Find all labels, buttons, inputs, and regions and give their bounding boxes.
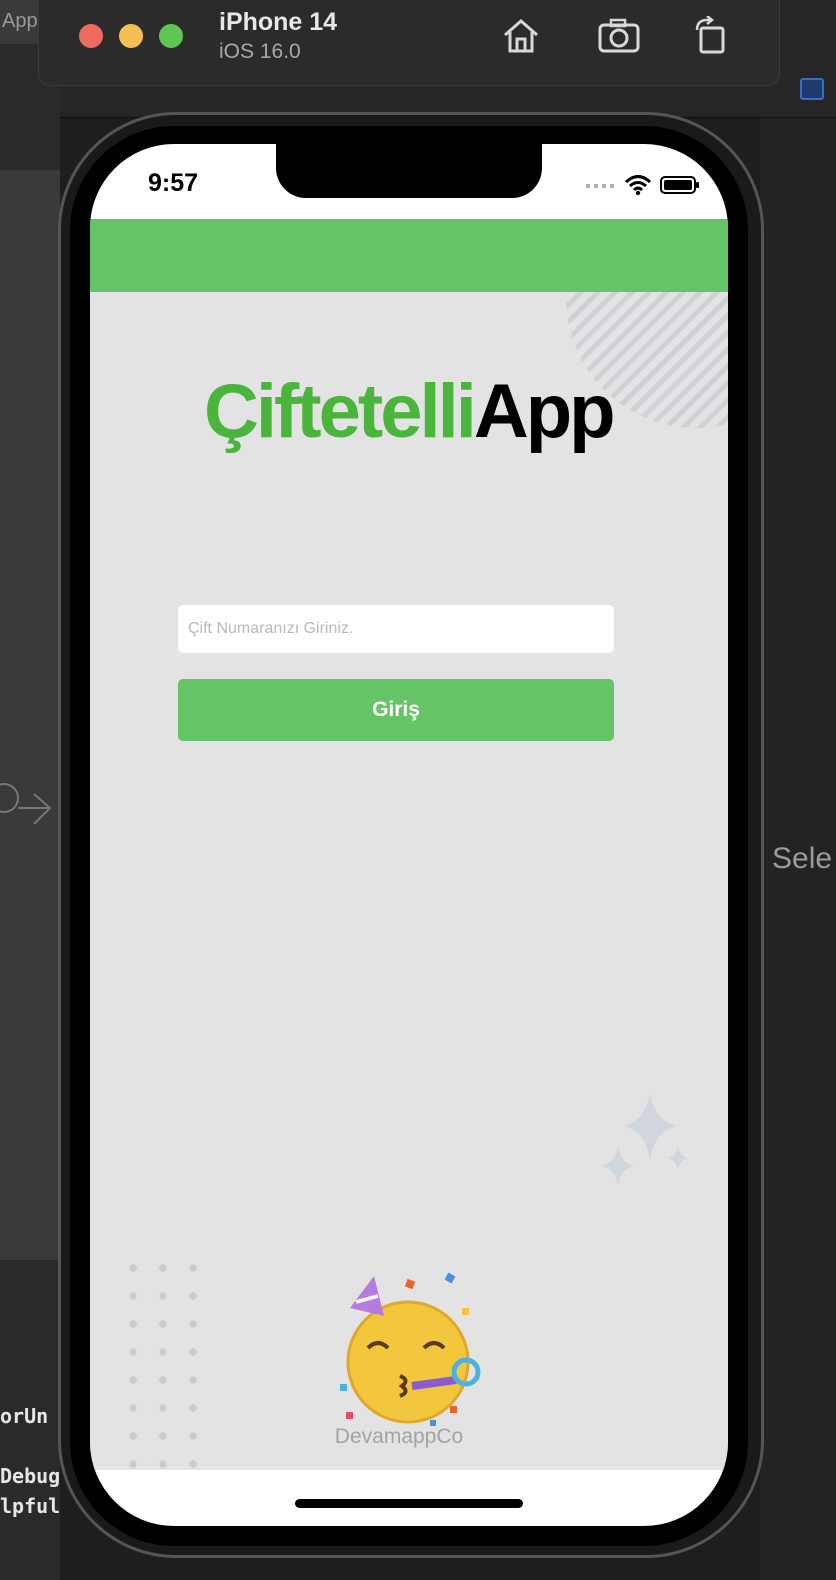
inspector-placeholder-text: Sele — [772, 842, 833, 875]
close-window-button[interactable] — [79, 24, 103, 48]
wifi-icon — [624, 175, 652, 196]
status-time: 9:57 — [148, 169, 199, 197]
footer-brand-text: DevamappCo — [334, 1425, 464, 1448]
device-name: iPhone 14 — [219, 8, 338, 36]
login-button[interactable]: Giriş — [178, 679, 614, 741]
notch — [276, 144, 542, 198]
app-logo: ÇiftetelliApp — [204, 362, 624, 462]
screenshot-icon[interactable] — [597, 14, 641, 58]
inspector-toggle-icon[interactable] — [800, 78, 824, 100]
rotate-icon[interactable] — [689, 14, 733, 58]
sparkles-icon — [602, 1092, 688, 1186]
app-header-bar — [90, 219, 728, 292]
logo-text-green: Çiftetelli — [204, 369, 477, 454]
os-version: iOS 16.0 — [219, 40, 301, 63]
xcode-tab[interactable]: App — [0, 0, 42, 44]
logo-text-black: App — [473, 369, 616, 454]
login-screen: ÇiftetelliApp Giriş — [90, 292, 728, 1470]
cellular-icon — [586, 184, 614, 188]
console-line: Debug — [0, 1464, 61, 1488]
battery-icon — [660, 176, 699, 194]
connector-arrow-icon — [0, 783, 52, 825]
console-line: lpful — [0, 1494, 61, 1518]
home-indicator[interactable] — [295, 1499, 523, 1508]
status-icons — [586, 174, 700, 196]
party-face-icon — [340, 1272, 481, 1426]
home-icon[interactable] — [499, 14, 543, 58]
minimize-window-button[interactable] — [119, 24, 143, 48]
phone-screen: 9:57 ÇiftetelliApp Giriş — [90, 144, 728, 1526]
zoom-window-button[interactable] — [159, 24, 183, 48]
console-line: orUn — [0, 1404, 49, 1428]
xcode-left-panel — [0, 170, 60, 1260]
simulator-title-bar: iPhone 14 iOS 16.0 — [38, 0, 780, 86]
couple-number-input[interactable] — [178, 605, 614, 653]
